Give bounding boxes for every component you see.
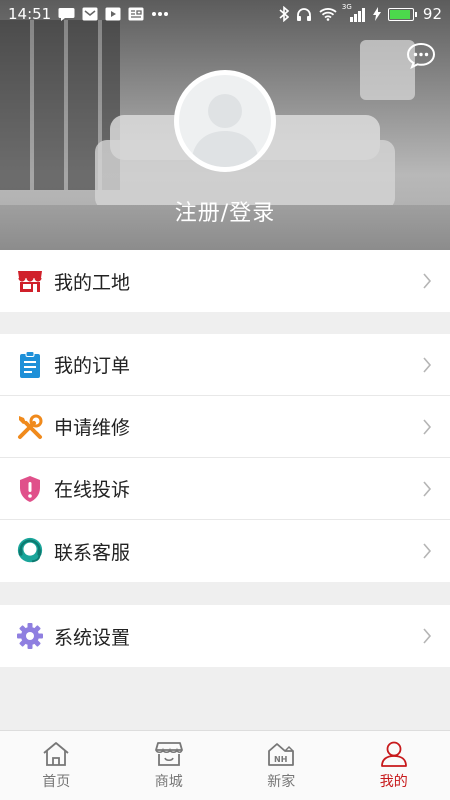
message-button[interactable] (406, 40, 436, 70)
menu-item-my-orders[interactable]: 我的订单 (0, 334, 450, 396)
battery-icon (387, 7, 417, 21)
menu-item-online-complaint[interactable]: 在线投诉 (0, 458, 450, 520)
menu-item-label: 申请维修 (54, 417, 131, 439)
shield-alert-icon (16, 475, 44, 503)
chevron-right-icon (423, 628, 432, 644)
tab-label: 新家 (267, 774, 296, 790)
signal-icon: 3G (342, 3, 366, 22)
tab-home[interactable]: 首页 (0, 731, 113, 800)
chevron-right-icon (423, 419, 432, 435)
chat-bubble-icon (406, 42, 436, 69)
battery-fill (389, 9, 411, 19)
menu-item-my-site[interactable]: 我的工地 (0, 250, 450, 312)
user-icon (380, 741, 407, 767)
bluetooth-icon (279, 6, 289, 22)
home-icon (43, 742, 69, 766)
menu-item-system-settings[interactable]: 系统设置 (0, 605, 450, 667)
menu-item-label: 我的订单 (54, 355, 131, 377)
nh-badge-text: NH (274, 755, 287, 764)
bottom-tab-bar: 首页 商城 NH 新家 我的 (0, 730, 450, 800)
message-icon (58, 7, 75, 22)
charging-icon (372, 7, 381, 21)
tab-label: 商城 (154, 774, 183, 790)
tab-new-home[interactable]: NH 新家 (225, 731, 338, 800)
gear-icon (16, 622, 44, 650)
tab-mine[interactable]: 我的 (338, 731, 450, 800)
menu-item-label: 系统设置 (54, 626, 131, 649)
menu-item-label: 在线投诉 (54, 479, 131, 501)
headset-icon (16, 537, 44, 565)
menu-section-services: 我的订单 申请维修 在线投诉 联系客服 (0, 334, 450, 582)
shop-icon (16, 267, 44, 295)
menu-section-site: 我的工地 (0, 250, 450, 312)
wifi-icon (319, 7, 337, 21)
store-icon (154, 742, 183, 766)
play-icon (105, 7, 121, 21)
login-register-link[interactable]: 注册/登录 (0, 195, 450, 227)
tools-icon (16, 413, 44, 441)
menu-item-label: 联系客服 (54, 541, 131, 564)
menu-item-apply-repair[interactable]: 申请维修 (0, 396, 450, 458)
chevron-right-icon (423, 273, 432, 289)
status-time: 14:51 (8, 5, 52, 23)
mail-icon (82, 7, 98, 21)
battery-level: 92 (422, 5, 442, 23)
clipboard-icon (16, 350, 44, 379)
headphones-icon (296, 7, 312, 22)
menu-item-contact-service[interactable]: 联系客服 (0, 520, 450, 582)
more-dots-icon (151, 11, 169, 17)
menu-item-label: 我的工地 (54, 271, 131, 294)
profile-header: 注册/登录 (0, 0, 450, 250)
chevron-right-icon (423, 357, 432, 373)
nh-house-icon: NH (268, 743, 295, 766)
chevron-right-icon (423, 481, 432, 497)
chevron-right-icon (423, 543, 432, 559)
menu-section-settings: 系统设置 (0, 605, 450, 667)
default-avatar-icon (191, 94, 259, 167)
network-type-label: 3G (341, 2, 352, 11)
tab-label: 首页 (42, 774, 71, 790)
news-icon (128, 7, 144, 21)
avatar[interactable] (174, 70, 276, 172)
tab-mall[interactable]: 商城 (113, 731, 226, 800)
tab-label: 我的 (379, 774, 408, 790)
status-bar: 14:51 3G 92 (0, 0, 450, 28)
